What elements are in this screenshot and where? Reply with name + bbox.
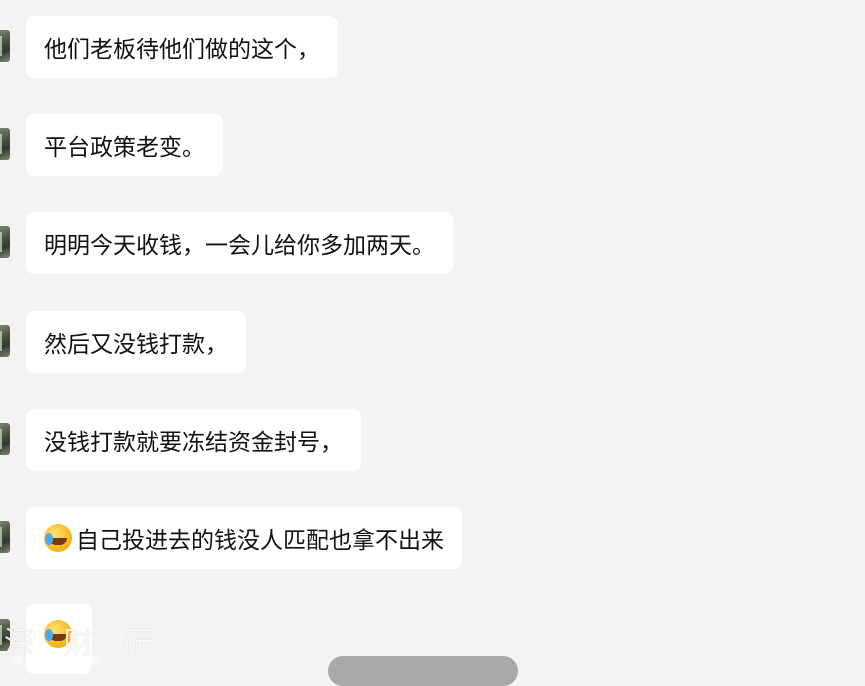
message-text: 没钱打款就要冻结资金封号， bbox=[44, 430, 343, 456]
message-bubble[interactable]: 平台政策老变。 bbox=[26, 114, 223, 176]
avatar[interactable] bbox=[0, 226, 10, 258]
avatar[interactable] bbox=[0, 128, 10, 160]
message-text: 明明今天收钱，一会儿给你多加两天。 bbox=[44, 233, 435, 259]
crying-face-emoji-icon bbox=[44, 620, 72, 648]
avatar[interactable] bbox=[0, 619, 10, 651]
message-text: 自己投进去的钱没人匹配也拿不出来 bbox=[76, 528, 444, 554]
avatar[interactable] bbox=[0, 521, 10, 553]
avatar[interactable] bbox=[0, 30, 10, 62]
message-text: 平台政策老变。 bbox=[44, 135, 205, 161]
crying-face-emoji-icon bbox=[44, 524, 72, 552]
chat-history[interactable]: 他们老板待他们做的这个， 平台政策老变。 明明今天收钱，一会儿给你多加两天。 然… bbox=[0, 0, 865, 686]
message-text: 他们老板待他们做的这个， bbox=[44, 37, 320, 63]
message-bubble-partial[interactable] bbox=[26, 604, 92, 674]
message-bubble[interactable]: 没钱打款就要冻结资金封号， bbox=[26, 409, 361, 471]
message-bubble[interactable]: 明明今天收钱，一会儿给你多加两天。 bbox=[26, 212, 453, 274]
message-bubble[interactable]: 然后又没钱打款， bbox=[26, 311, 246, 373]
message-bubble[interactable]: 他们老板待他们做的这个， bbox=[26, 16, 338, 78]
message-bubble[interactable]: 自己投进去的钱没人匹配也拿不出来 bbox=[26, 507, 462, 569]
message-text: 然后又没钱打款， bbox=[44, 332, 228, 358]
scroll-to-bottom-pill[interactable] bbox=[328, 656, 518, 686]
avatar[interactable] bbox=[0, 423, 10, 455]
avatar[interactable] bbox=[0, 325, 10, 357]
